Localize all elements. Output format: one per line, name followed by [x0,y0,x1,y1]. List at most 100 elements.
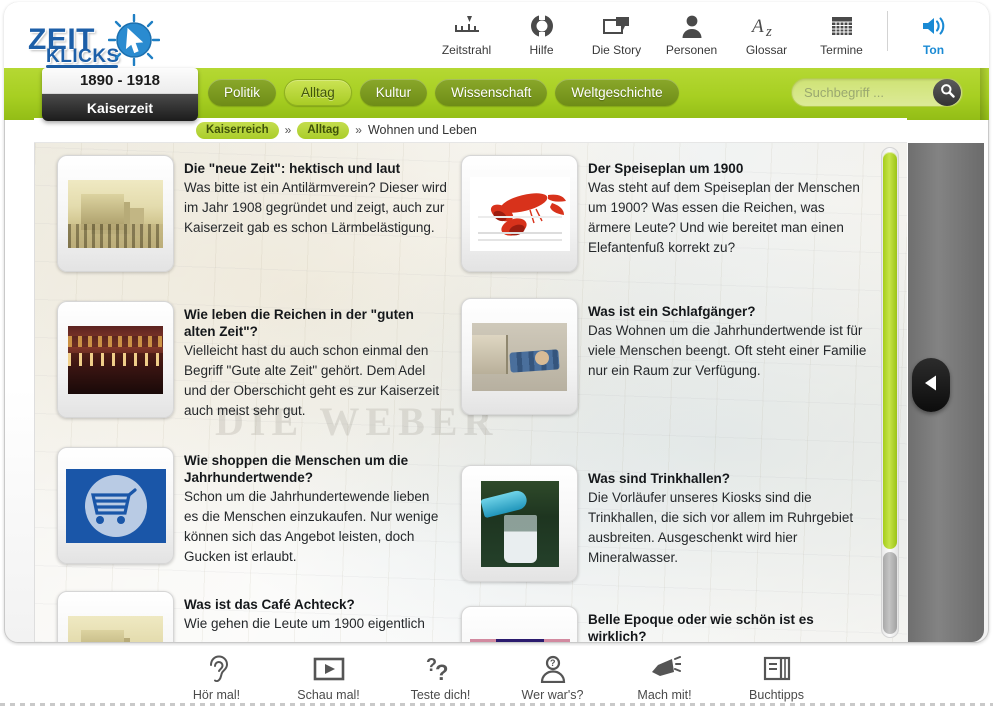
category-tab-wissenschaft[interactable]: Wissenschaft [435,79,548,106]
toolbar-item-schau-mal[interactable]: Schau mal! [281,652,377,702]
toolbar-item-teste-dich[interactable]: ? ? Teste dich! [393,652,489,702]
toolbar-label-hoer-mal: Hör mal! [192,688,241,702]
article-text: Wie leben die Reichen in der "guten alte… [184,301,447,421]
application-window: ZEIT KLICKS Zeitstrahl Hilfe Die Story P… [0,0,993,710]
article-text: Belle Epoque oder wie schön ist es wirkl… [588,606,867,642]
article-thumbnail [461,606,578,642]
category-tab-weltgeschichte[interactable]: Weltgeschichte [555,79,679,106]
clock-cursor-icon [107,13,161,67]
svg-text:?: ? [435,660,448,683]
era-badge[interactable]: 1890 - 1918 Kaiserzeit [42,68,198,121]
scrollbar-thumb[interactable] [883,152,897,549]
toolbar-item-hoer-mal[interactable]: Hör mal! [169,652,265,702]
search-input[interactable] [792,84,922,101]
az-icon: A z [751,13,783,39]
ear-icon [204,652,230,686]
article-description: Wie gehen die Leute um 1900 eigentlich [184,616,425,631]
article-description: Was steht auf dem Speiseplan der Mensche… [588,180,860,255]
nav-label-die-story: Die Story [591,43,642,57]
article-text: Was sind Trinkhallen? Die Vorläufer unse… [588,465,867,582]
toolbar-label-schau-mal: Schau mal! [297,688,360,702]
article-text: Was ist ein Schlafgänger? Das Wohnen um … [588,298,867,415]
svg-text:z: z [765,24,772,38]
toolbar-label-teste-dich: Teste dich! [410,688,471,702]
nav-item-zeitstrahl[interactable]: Zeitstrahl [429,11,504,57]
article-card[interactable]: Der Speiseplan um 1900 Was steht auf dem… [455,155,875,284]
lifebuoy-icon [530,13,554,39]
article-description: Die Vorläufer unseres Kiosks sind die Tr… [588,490,854,565]
category-tab-kultur[interactable]: Kultur [359,79,428,106]
article-card[interactable]: Was ist ein Schlafgänger? Das Wohnen um … [455,298,875,427]
person-question-icon: ? [539,652,567,686]
article-thumbnail [57,155,174,272]
book-icon [763,652,791,686]
shopping-cart-sign [65,468,166,543]
article-text: Wie shoppen die Menschen um die Jahrhund… [184,447,447,567]
nav-label-personen: Personen [665,43,718,57]
article-card[interactable]: Die "neue Zeit": hektisch und laut Was b… [35,155,455,284]
nav-label-ton: Ton [922,43,945,57]
mineral-water-photo [480,480,559,567]
breadcrumb-item-kaiserreich[interactable]: Kaiserreich [196,121,279,139]
toolbar-item-buchtipps[interactable]: Buchtipps [729,652,825,702]
face-shape [534,351,549,366]
article-title: Die "neue Zeit": hektisch und laut [184,161,401,176]
article-scroll-region[interactable]: Die "neue Zeit": hektisch und laut Was b… [35,143,907,642]
blanket-shape [509,349,561,374]
article-card[interactable]: Belle Epoque oder wie schön ist es wirkl… [455,606,875,642]
lobster-photo [469,176,570,251]
article-description: Das Wohnen um die Jahrhundertwende ist f… [588,323,867,378]
back-button[interactable] [912,358,950,412]
scrollbar-remainder[interactable] [883,552,897,634]
category-tab-politik[interactable]: Politik [208,79,277,106]
toolbar-item-mach-mit[interactable]: Mach mit! [617,652,713,702]
nav-divider [887,11,888,51]
drawer-shape [472,334,509,375]
article-card[interactable]: Wie shoppen die Menschen um die Jahrhund… [35,447,455,579]
article-text: Der Speiseplan um 1900 Was steht auf dem… [588,155,867,272]
play-video-icon [313,652,345,686]
header-bar: ZEIT KLICKS Zeitstrahl Hilfe Die Story P… [4,2,989,68]
breadcrumb-item-alltag[interactable]: Alltag [297,121,350,139]
nav-item-glossar[interactable]: A z Glossar [729,11,804,57]
triangle-left-icon [923,374,939,397]
breadcrumb: Kaiserreich » Alltag » Wohnen und Leben [34,118,907,143]
search-button[interactable] [933,79,961,106]
article-thumbnail [461,155,578,272]
theatre-interior-photo [68,325,163,394]
belle-epoque-illustration [469,638,570,642]
article-description: Schon um die Jahrhundertewende lieben es… [184,489,439,564]
article-title: Der Speiseplan um 1900 [588,161,744,176]
calendar-grid-icon [830,13,854,39]
article-title: Wie shoppen die Menschen um die Jahrhund… [184,453,409,485]
article-card[interactable]: Was sind Trinkhallen? Die Vorläufer unse… [455,465,875,594]
era-years: 1890 - 1918 [42,68,198,94]
question-marks-icon: ? ? [426,652,456,686]
glass-shape [503,514,537,564]
article-column-left: Die "neue Zeit": hektisch und laut Was b… [35,155,455,642]
category-tabs: Politik Alltag Kultur Wissenschaft Weltg… [208,79,679,106]
nav-item-ton[interactable]: Ton [896,11,971,57]
article-title: Wie leben die Reichen in der "guten alte… [184,307,414,339]
nav-item-die-story[interactable]: Die Story [579,11,654,57]
article-column-right: Der Speiseplan um 1900 Was steht auf dem… [455,155,875,642]
article-card[interactable]: Was ist das Café Achteck? Wie gehen die … [35,591,455,642]
nav-label-zeitstrahl: Zeitstrahl [441,43,492,57]
toolbar-item-wer-wars[interactable]: ? Wer war's? [505,652,601,702]
logo[interactable]: ZEIT KLICKS [28,13,168,68]
article-description: Vielleicht hast du auch schon einmal den… [184,343,440,418]
nav-item-personen[interactable]: Personen [654,11,729,57]
bed-drawer-photo [472,322,567,391]
nav-item-termine[interactable]: Termine [804,11,879,57]
nav-item-hilfe[interactable]: Hilfe [504,11,579,57]
bottle-shape [480,489,529,519]
article-title: Was sind Trinkhallen? [588,471,731,486]
toolbar-label-wer-wars: Wer war's? [521,688,584,702]
article-card[interactable]: Wie leben die Reichen in der "guten alte… [35,301,455,433]
breadcrumb-separator-2: » [355,123,362,137]
category-tab-alltag[interactable]: Alltag [284,79,352,106]
search-box [791,78,963,107]
svg-text:A: A [751,16,764,37]
sepia-city-square-photo [68,179,163,248]
breadcrumb-separator-1: » [284,123,292,137]
